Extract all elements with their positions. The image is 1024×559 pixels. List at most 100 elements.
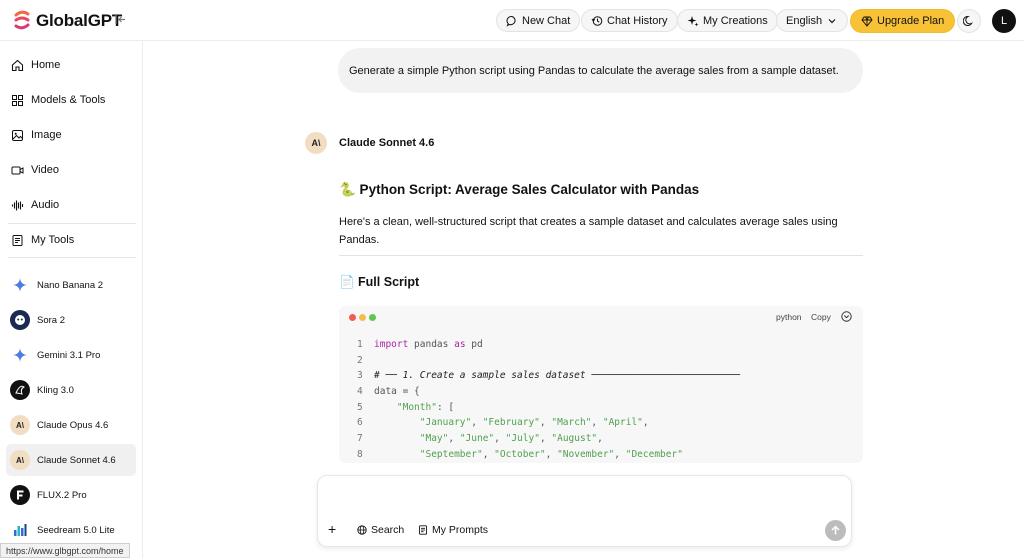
sidebar-item-models-tools[interactable]: Models & Tools xyxy=(11,90,105,110)
sparkle-icon xyxy=(10,275,30,295)
code-token: , xyxy=(597,433,603,445)
chat-bubble-icon xyxy=(506,15,516,27)
my-prompts-label: My Prompts xyxy=(432,524,489,536)
code-line: 1 import pandas as pd xyxy=(357,339,740,355)
code-line: 3 # ── 1. Create a sample sales dataset ─… xyxy=(357,370,740,386)
globalgpt-logo-icon[interactable] xyxy=(12,10,32,30)
chat-history-button[interactable]: Chat History xyxy=(581,9,678,32)
code-line: 5 "Month": [ xyxy=(357,402,740,418)
sidebar-model-label: Gemini 3.1 Pro xyxy=(37,349,101,361)
code-token: as xyxy=(454,339,466,350)
sidebar-item-audio[interactable]: Audio xyxy=(11,195,59,215)
chevron-down-icon xyxy=(828,18,836,23)
diamond-icon xyxy=(861,16,873,27)
add-attachment-button[interactable]: + xyxy=(328,521,336,537)
sidebar-model-seedream-5-0-lite[interactable]: Seedream 5.0 Lite xyxy=(6,514,136,546)
code-line: 7 "May", "June", "July", "August", xyxy=(357,433,740,449)
message-composer[interactable]: + Search My Prompts xyxy=(317,475,852,547)
sidebar-item-home[interactable]: Home xyxy=(11,55,60,75)
code-token: , xyxy=(539,433,552,445)
code-token: : [ xyxy=(436,401,455,413)
sidebar-item-video[interactable]: Video xyxy=(11,160,59,180)
moon-icon xyxy=(963,15,973,26)
sidebar-model-flux-2-pro[interactable]: FLUX.2 Pro xyxy=(6,479,136,511)
code-token: , xyxy=(448,433,460,445)
bot-name: Claude Sonnet 4.6 xyxy=(339,137,435,149)
code-line: 2 xyxy=(357,355,740,371)
sidebar-model-claude-opus-4-6[interactable]: A\ Claude Opus 4.6 xyxy=(6,409,136,441)
new-chat-button[interactable]: New Chat xyxy=(496,9,581,32)
code-token: "July" xyxy=(505,433,540,445)
code-line: 4 data = { xyxy=(357,386,740,402)
sidebar-model-label: FLUX.2 Pro xyxy=(37,489,87,501)
kling-icon xyxy=(10,380,30,400)
code-token: , xyxy=(539,417,552,429)
send-button[interactable] xyxy=(825,520,846,541)
search-toggle-button[interactable]: Search xyxy=(357,524,404,536)
code-token: import xyxy=(374,339,409,350)
upgrade-plan-label: Upgrade Plan xyxy=(877,15,945,27)
sidebar: Home Models & Tools Image Video Audio My… xyxy=(0,41,143,558)
my-creations-button[interactable]: My Creations xyxy=(677,9,778,32)
window-dots xyxy=(349,314,376,321)
code-token: data = { xyxy=(374,386,420,398)
sparkle-icon xyxy=(10,345,30,365)
line-number: 4 xyxy=(357,386,363,398)
code-token: pandas xyxy=(408,339,455,350)
new-chat-label: New Chat xyxy=(522,14,571,27)
audio-wave-icon xyxy=(11,200,24,210)
sidebar-item-label: Video xyxy=(31,164,59,176)
dot-yellow-icon xyxy=(359,314,366,321)
sora-icon xyxy=(10,310,30,330)
anthropic-icon: A\ xyxy=(305,132,327,154)
language-select[interactable]: English xyxy=(776,9,849,32)
sidebar-model-claude-sonnet-4-6[interactable]: A\ Claude Sonnet 4.6 xyxy=(6,444,136,476)
history-icon xyxy=(591,15,603,26)
user-avatar[interactable]: L xyxy=(992,9,1016,33)
collapse-code-icon[interactable] xyxy=(841,311,852,322)
sidebar-model-label: Seedream 5.0 Lite xyxy=(37,524,115,536)
my-creations-label: My Creations xyxy=(703,14,768,27)
code-token: pd xyxy=(465,339,483,350)
sidebar-divider xyxy=(8,257,136,258)
dot-green-icon xyxy=(369,314,376,321)
brand-name[interactable]: GlobalGPT xyxy=(36,11,122,31)
my-prompts-button[interactable]: My Prompts xyxy=(418,524,488,536)
dot-red-icon xyxy=(349,314,356,321)
sidebar-item-label: My Tools xyxy=(31,234,75,246)
seedream-icon xyxy=(10,520,30,540)
sidebar-model-label: Nano Banana 2 xyxy=(37,279,104,291)
line-number: 6 xyxy=(357,417,363,429)
code-token: "May" xyxy=(419,433,449,445)
sidebar-item-image[interactable]: Image xyxy=(11,125,62,145)
theme-toggle-button[interactable] xyxy=(957,9,981,33)
code-language-label: python xyxy=(776,312,802,322)
language-label: English xyxy=(786,14,823,27)
sidebar-model-nano-banana-2[interactable]: Nano Banana 2 xyxy=(6,269,136,301)
sidebar-model-kling-3-0[interactable]: Kling 3.0 xyxy=(6,374,136,406)
chat-history-label: Chat History xyxy=(607,14,668,27)
copy-code-button[interactable]: Copy xyxy=(811,312,831,322)
sidebar-item-my-tools[interactable]: My Tools xyxy=(11,230,74,250)
code-line: 8 "September", "October", "November", "D… xyxy=(357,449,740,463)
code-lines: 1 import pandas as pd 2 3 # ── 1. Create a s… xyxy=(357,339,740,463)
code-token: "October" xyxy=(494,448,546,460)
document-icon xyxy=(12,234,23,246)
upgrade-plan-button[interactable]: Upgrade Plan xyxy=(850,9,956,33)
sidebar-item-label: Audio xyxy=(31,199,60,211)
home-icon xyxy=(11,59,24,71)
collapse-sidebar-icon[interactable] xyxy=(114,13,127,26)
code-token: , xyxy=(471,417,483,429)
sidebar-model-label: Claude Sonnet 4.6 xyxy=(37,454,116,466)
code-token: "April" xyxy=(602,417,643,429)
flux-icon xyxy=(10,485,30,505)
anthropic-icon: A\ xyxy=(10,450,30,470)
line-number: 2 xyxy=(357,354,363,366)
sidebar-model-sora-2[interactable]: Sora 2 xyxy=(6,304,136,336)
sidebar-item-label: Image xyxy=(31,129,62,141)
code-block: python Copy 1 import pandas as pd 2 3 # ── 1… xyxy=(339,306,863,463)
sidebar-model-gemini-3-1-pro[interactable]: Gemini 3.1 Pro xyxy=(6,339,136,371)
document-icon xyxy=(419,525,427,535)
code-token: "November" xyxy=(557,448,615,460)
